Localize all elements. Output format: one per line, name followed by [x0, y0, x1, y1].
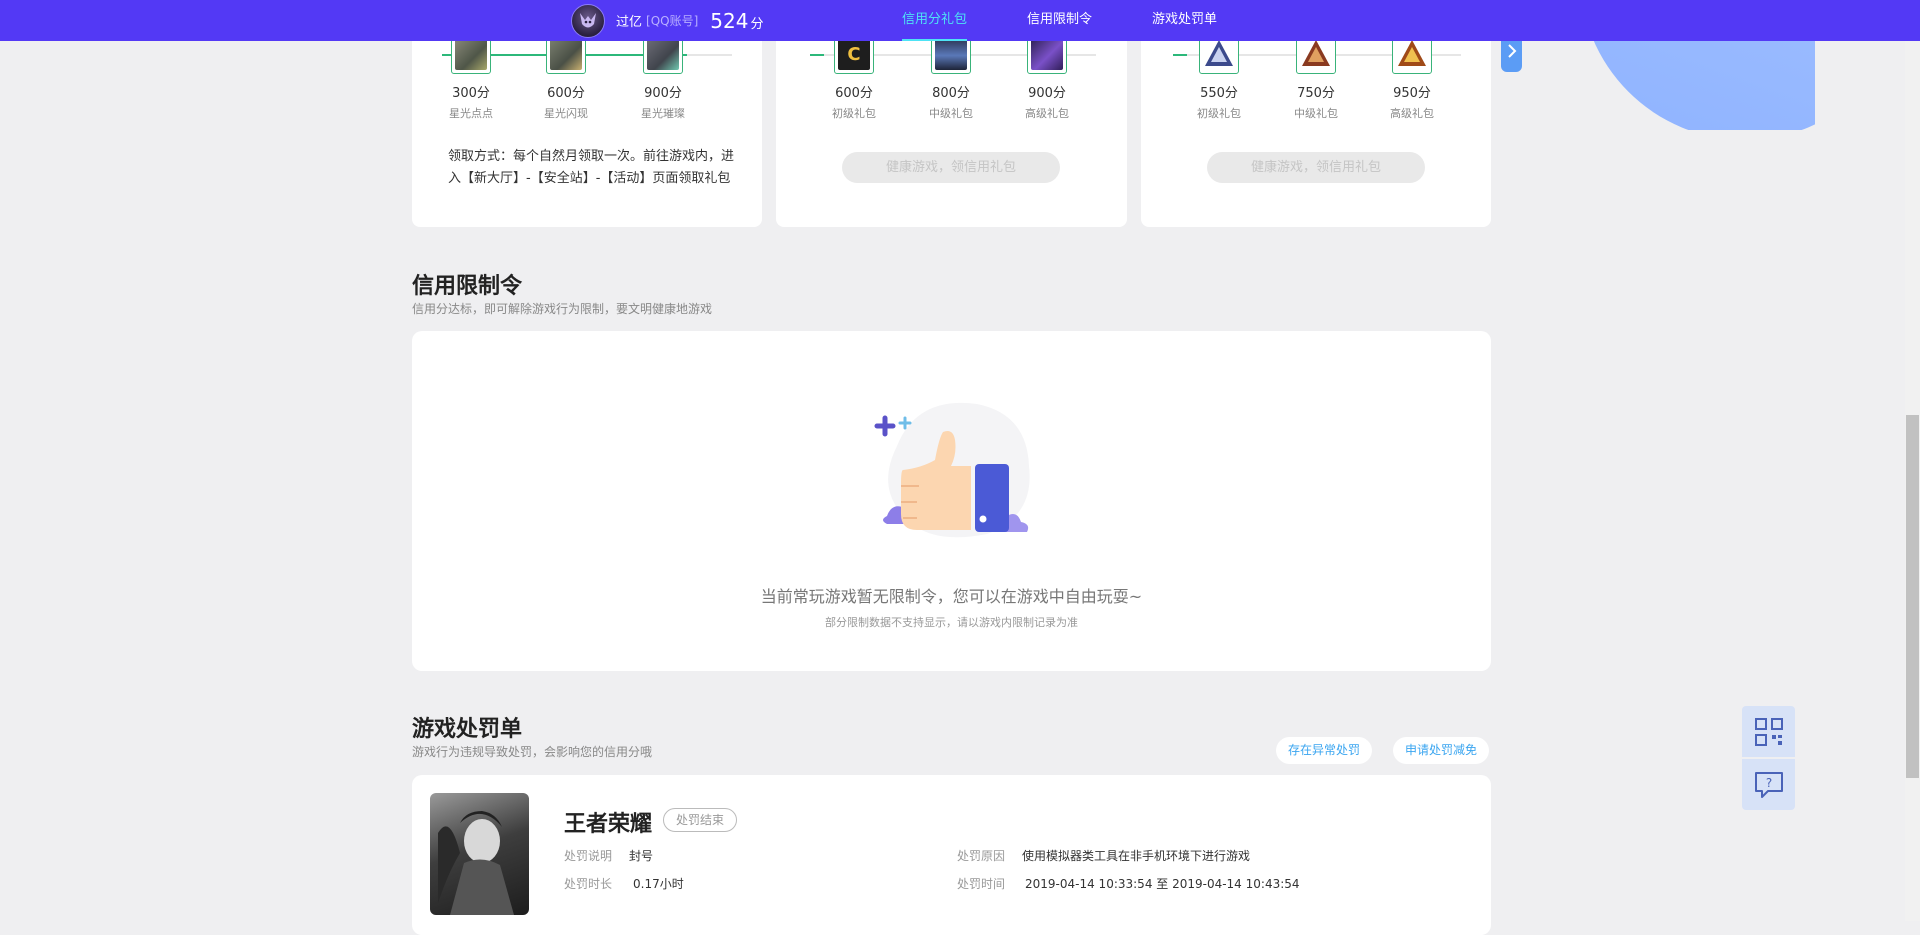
question-chat-icon: ? [1754, 771, 1783, 798]
thumbs-up-illustration [857, 386, 1047, 565]
gift-score: 900分 [644, 86, 682, 101]
gift-name: 星光闪现 [544, 107, 588, 120]
penalty-duration-value: 0.17小时 [633, 877, 684, 891]
gift-score: 600分 [547, 86, 585, 101]
penalty-duration-label: 处罚时长 [564, 877, 613, 891]
penalty-reason-label: 处罚原因 [957, 849, 1006, 863]
gift-name: 初级礼包 [832, 107, 876, 120]
gift-name: 星光璀璨 [641, 107, 685, 120]
gift-name: 高级礼包 [1025, 107, 1069, 120]
penalty-explain-label: 处罚说明 [564, 849, 613, 863]
tab-credit-restriction[interactable]: 信用限制令 [1027, 0, 1092, 41]
score-unit: 分 [750, 17, 764, 32]
main-tabs: 信用分礼包 信用限制令 游戏处罚单 [902, 0, 1277, 41]
penalty-explain-value: 封号 [629, 849, 654, 863]
gift-score: 900分 [1028, 86, 1066, 101]
claim-gift-button[interactable]: 健康游戏，领信用礼包 [1207, 152, 1425, 183]
gift-card-cf: C 600分 初级礼包 800分 中级礼包 900分 高级礼包 健康游戏，领信用… [776, 30, 1127, 227]
gift-item[interactable]: 800分 中级礼包 [911, 30, 991, 121]
gift-name: 高级礼包 [1390, 107, 1434, 120]
tab-game-penalty[interactable]: 游戏处罚单 [1152, 0, 1217, 41]
user-name: 过亿 [616, 15, 643, 30]
section-desc-restriction: 信用分达标，即可解除游戏行为限制，要文明健康地游戏 [412, 302, 713, 316]
gift-name: 中级礼包 [1294, 107, 1338, 120]
gift-card-emblem: 550分 初级礼包 750分 中级礼包 950分 高级礼包 健康游戏，领信用礼包 [1141, 30, 1491, 227]
gift-item[interactable]: 750分 中级礼包 [1276, 30, 1356, 121]
penalty-record: 王者荣耀 处罚结束 处罚说明 封号 处罚时长 0.17小时 处罚原因 使用模拟器… [412, 775, 1491, 935]
gift-score: 950分 [1393, 86, 1431, 101]
empty-state-message: 当前常玩游戏暂无限制令，您可以在游戏中自由玩耍~ [760, 587, 1143, 606]
gift-item[interactable]: 550分 初级礼包 [1179, 30, 1259, 121]
tab-credit-gift[interactable]: 信用分礼包 [902, 0, 968, 41]
penalty-reason-value: 使用模拟器类工具在非手机环境下进行游戏 [1022, 849, 1251, 863]
penalty-time-value: 2019-04-14 10:33:54 至 2019-04-14 10:43:5… [1025, 877, 1300, 891]
section-title-restriction: 信用限制令 [412, 274, 523, 299]
gift-item[interactable]: 300分 星光点点 [431, 30, 511, 121]
gift-item[interactable]: 600分 星光闪现 [526, 30, 606, 121]
gift-name: 中级礼包 [929, 107, 973, 120]
qr-code-button[interactable] [1742, 706, 1795, 757]
penalty-time-label: 处罚时间 [957, 877, 1006, 891]
gift-score: 600分 [835, 86, 873, 101]
feedback-button[interactable]: ? [1742, 759, 1795, 810]
game-title: 王者荣耀 [564, 812, 653, 837]
section-desc-penalty: 游戏行为违规导致处罚，会影响您的信用分哦 [412, 745, 653, 759]
gift-name: 初级礼包 [1197, 107, 1241, 120]
empty-state-note: 部分限制数据不支持显示，请以游戏内限制记录为准 [825, 616, 1078, 629]
gift-score: 800分 [932, 86, 970, 101]
status-badge: 处罚结束 [663, 808, 738, 832]
gift-name: 星光点点 [449, 107, 493, 120]
claim-instructions: 领取方式：每个自然月领取一次。前往游戏内，进入【新大厅】-【安全站】-【活动】页… [448, 149, 735, 186]
gift-item[interactable]: 900分 星光璀璨 [623, 30, 703, 121]
abnormal-penalty-button[interactable]: 存在异常处罚 [1276, 737, 1373, 764]
creature-avatar-icon [580, 12, 596, 27]
credit-score: 524 [710, 8, 749, 33]
chevron-right-icon [1507, 43, 1516, 58]
section-title-penalty: 游戏处罚单 [412, 717, 523, 742]
gift-score: 550分 [1200, 86, 1238, 101]
game-cover-image [430, 793, 529, 915]
scrollbar-thumb[interactable] [1906, 415, 1919, 778]
gift-card-star: 300分 星光点点 600分 星光闪现 900分 星光璀璨 领取方式：每个自然月… [412, 30, 762, 227]
restriction-panel: 当前常玩游戏暂无限制令，您可以在游戏中自由玩耍~ 部分限制数据不支持显示，请以游… [412, 331, 1491, 671]
avatar[interactable] [571, 3, 605, 38]
gift-item[interactable]: 900分 高级礼包 [1007, 30, 1087, 121]
qr-code-icon [1754, 717, 1783, 746]
user-info: 过亿 [QQ账号] 524 分 [571, 3, 764, 38]
claim-gift-button[interactable]: 健康游戏，领信用礼包 [842, 152, 1060, 183]
appeal-penalty-button[interactable]: 申请处罚减免 [1393, 737, 1490, 764]
account-type: [QQ账号] [646, 14, 699, 28]
gift-item[interactable]: C 600分 初级礼包 [814, 30, 894, 121]
gift-item[interactable]: 950分 高级礼包 [1372, 30, 1452, 121]
gift-score: 750分 [1297, 86, 1335, 101]
svg-text:?: ? [1765, 776, 1771, 790]
gift-score: 300分 [452, 86, 490, 101]
top-nav-bar: 过亿 [QQ账号] 524 分 信用分礼包 信用限制令 游戏处罚单 [0, 0, 1920, 41]
